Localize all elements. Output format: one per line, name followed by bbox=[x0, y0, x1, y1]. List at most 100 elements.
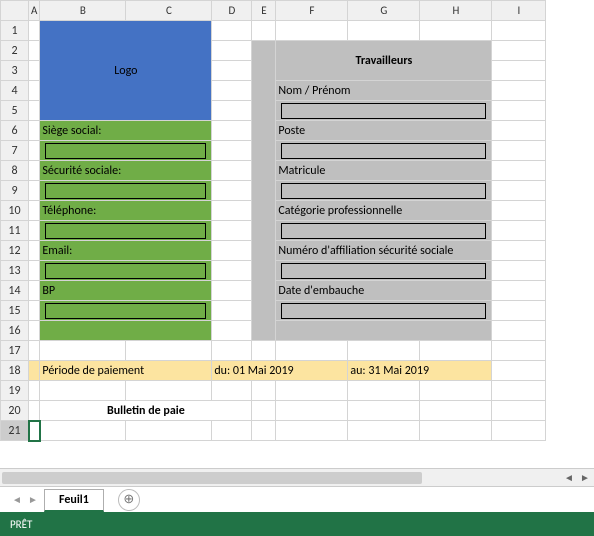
select-all-corner[interactable] bbox=[1, 1, 29, 21]
cell[interactable] bbox=[492, 261, 546, 281]
cell[interactable] bbox=[126, 341, 212, 361]
cell[interactable] bbox=[29, 261, 40, 281]
cell[interactable] bbox=[29, 241, 40, 261]
cell[interactable] bbox=[29, 41, 40, 61]
input-telephone[interactable] bbox=[40, 221, 212, 241]
row-header[interactable]: 12 bbox=[1, 241, 29, 261]
col-header[interactable]: I bbox=[492, 1, 546, 21]
cell[interactable] bbox=[212, 81, 252, 101]
cell[interactable] bbox=[276, 401, 348, 421]
cell[interactable] bbox=[492, 61, 546, 81]
horizontal-scrollbar[interactable]: ◄ ► bbox=[0, 468, 594, 486]
row-header[interactable]: 6 bbox=[1, 121, 29, 141]
col-header[interactable]: G bbox=[348, 1, 420, 21]
cell[interactable] bbox=[29, 381, 40, 401]
cell[interactable] bbox=[212, 181, 252, 201]
cell[interactable] bbox=[420, 401, 492, 421]
cell[interactable] bbox=[420, 381, 492, 401]
row-header[interactable]: 21 bbox=[1, 421, 29, 441]
cell[interactable] bbox=[212, 141, 252, 161]
cell[interactable] bbox=[492, 141, 546, 161]
col-header[interactable]: B bbox=[40, 1, 126, 21]
row-header[interactable]: 8 bbox=[1, 161, 29, 181]
cell[interactable] bbox=[29, 121, 40, 141]
cell[interactable] bbox=[492, 221, 546, 241]
cell[interactable] bbox=[492, 301, 546, 321]
input-nom[interactable] bbox=[276, 101, 492, 121]
input-embauche[interactable] bbox=[276, 301, 492, 321]
cell[interactable] bbox=[492, 281, 546, 301]
cell[interactable] bbox=[126, 421, 212, 441]
cell[interactable] bbox=[252, 341, 276, 361]
cell[interactable] bbox=[252, 421, 276, 441]
cell[interactable] bbox=[212, 61, 252, 81]
add-sheet-button[interactable]: ⊕ bbox=[118, 489, 140, 511]
cell[interactable] bbox=[252, 381, 276, 401]
row-header[interactable]: 1 bbox=[1, 21, 29, 41]
input-securite[interactable] bbox=[40, 181, 212, 201]
cell[interactable] bbox=[40, 421, 126, 441]
cell[interactable] bbox=[492, 41, 546, 61]
row-header[interactable]: 3 bbox=[1, 61, 29, 81]
cell[interactable] bbox=[492, 201, 546, 221]
input-email[interactable] bbox=[40, 261, 212, 281]
cell[interactable] bbox=[492, 341, 546, 361]
row-header[interactable]: 16 bbox=[1, 321, 29, 341]
col-header[interactable]: A bbox=[29, 1, 40, 21]
cell[interactable] bbox=[420, 421, 492, 441]
cell[interactable] bbox=[492, 321, 546, 341]
cell[interactable] bbox=[212, 41, 252, 61]
cell[interactable] bbox=[29, 21, 40, 41]
cell[interactable] bbox=[492, 241, 546, 261]
cell[interactable] bbox=[348, 21, 420, 41]
cell[interactable] bbox=[40, 381, 126, 401]
sheet-tab-feuil1[interactable]: Feuil1 bbox=[44, 489, 104, 512]
cell[interactable] bbox=[420, 341, 492, 361]
row-header[interactable]: 11 bbox=[1, 221, 29, 241]
cell[interactable] bbox=[492, 361, 546, 381]
row-header[interactable]: 2 bbox=[1, 41, 29, 61]
cell[interactable] bbox=[276, 381, 348, 401]
cell[interactable] bbox=[492, 401, 546, 421]
cell[interactable] bbox=[212, 21, 252, 41]
row-header[interactable]: 15 bbox=[1, 301, 29, 321]
row-header[interactable]: 17 bbox=[1, 341, 29, 361]
input-affiliation[interactable] bbox=[276, 261, 492, 281]
col-header[interactable]: D bbox=[212, 1, 252, 21]
cell[interactable] bbox=[492, 121, 546, 141]
cell[interactable] bbox=[29, 401, 40, 421]
row-header[interactable]: 7 bbox=[1, 141, 29, 161]
row-header[interactable]: 5 bbox=[1, 101, 29, 121]
col-header[interactable]: E bbox=[252, 1, 276, 21]
cell[interactable] bbox=[29, 61, 40, 81]
row-header[interactable]: 13 bbox=[1, 261, 29, 281]
cell[interactable] bbox=[212, 341, 252, 361]
scroll-left-icon[interactable]: ◄ bbox=[562, 471, 576, 485]
cell[interactable] bbox=[252, 401, 276, 421]
row-header[interactable]: 4 bbox=[1, 81, 29, 101]
input-categorie[interactable] bbox=[276, 221, 492, 241]
cell[interactable] bbox=[29, 181, 40, 201]
row-header[interactable]: 10 bbox=[1, 201, 29, 221]
cell[interactable] bbox=[212, 381, 252, 401]
input-bp[interactable] bbox=[40, 301, 212, 321]
row-header[interactable]: 9 bbox=[1, 181, 29, 201]
tab-nav-next-icon[interactable]: ► bbox=[28, 493, 38, 507]
cell[interactable] bbox=[492, 421, 546, 441]
col-header[interactable]: C bbox=[126, 1, 212, 21]
cell[interactable] bbox=[212, 261, 252, 281]
cell[interactable] bbox=[348, 421, 420, 441]
cell[interactable] bbox=[212, 421, 252, 441]
input-poste[interactable] bbox=[276, 141, 492, 161]
scrollbar-thumb[interactable] bbox=[2, 472, 422, 484]
cell[interactable] bbox=[29, 281, 40, 301]
cell[interactable] bbox=[212, 161, 252, 181]
cell[interactable] bbox=[252, 21, 276, 41]
input-matricule[interactable] bbox=[276, 181, 492, 201]
spreadsheet-grid[interactable]: A B C D E F G H I 1 Logo 2 Travailleurs … bbox=[0, 0, 594, 468]
cell[interactable] bbox=[29, 81, 40, 101]
input-siege[interactable] bbox=[40, 141, 212, 161]
cell[interactable] bbox=[276, 21, 348, 41]
cell[interactable] bbox=[29, 161, 40, 181]
scroll-right-icon[interactable]: ► bbox=[578, 471, 592, 485]
